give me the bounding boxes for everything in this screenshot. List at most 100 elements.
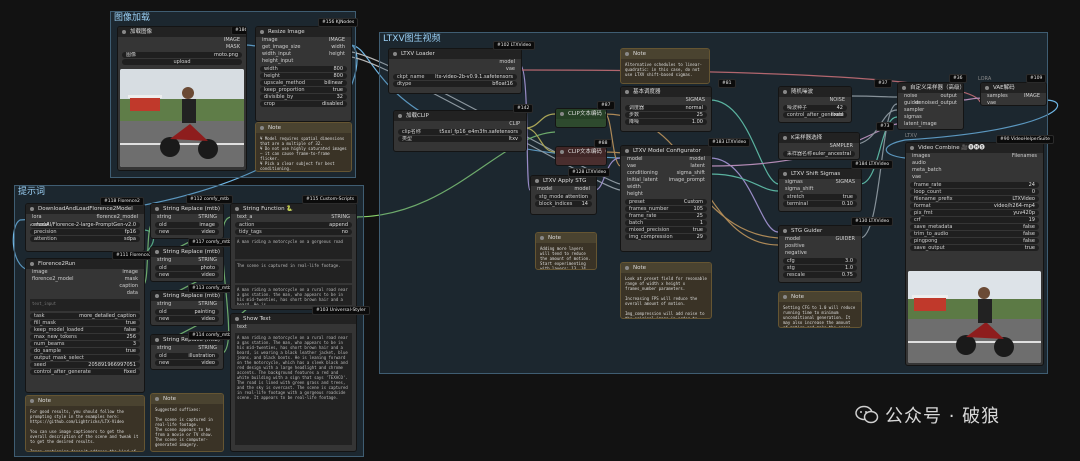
- note-florence-text[interactable]: For good results, you should follow the …: [26, 406, 144, 451]
- output-model[interactable]: model: [499, 59, 515, 66]
- configurator-img-compression-widget[interactable]: img_compression 29: [625, 234, 707, 240]
- florence-run-num-beams-widget[interactable]: num_beams 3: [30, 341, 140, 347]
- note-resize[interactable]: Note ¥ Model requires spatial dimensions…: [255, 122, 352, 172]
- resize-input-3[interactable]: height_input: [262, 58, 293, 64]
- replace2-old-widget[interactable]: old photo: [155, 265, 219, 271]
- stg-apply-stg-mode-widget[interactable]: stg_mode attention: [535, 194, 592, 200]
- video-combine-pingpong-widget[interactable]: pingpong false: [910, 238, 1039, 244]
- load-clip-node[interactable]: 加载CLIP CLIP clip名称 t5xxl_fp16_e4m3fn.safe…: [393, 110, 527, 152]
- florence-download-precision-widget[interactable]: precision fp16: [30, 229, 140, 235]
- florence-download-model-widget[interactable]: model MiaoshouAI/Florence-2-large-PromptG…: [30, 222, 140, 228]
- configurator-mixed-precision-widget[interactable]: mixed_precision true: [625, 227, 707, 233]
- resize-crop-widget[interactable]: crop disabled: [260, 101, 347, 107]
- replace3-new-widget[interactable]: new video: [155, 316, 219, 322]
- ltxv-loader-dtype-widget[interactable]: dtype bfloat16: [393, 81, 517, 87]
- input-vae[interactable]: vae: [987, 100, 996, 105]
- resize-output-1[interactable]: width: [331, 44, 345, 51]
- video-combine-input-0[interactable]: images: [912, 153, 930, 159]
- video-combine-crf-widget[interactable]: crf 19: [910, 217, 1039, 223]
- output-sampler[interactable]: SAMPLER: [830, 143, 853, 150]
- configurator-input-0[interactable]: model: [627, 156, 643, 162]
- text-a-box[interactable]: A man riding a motorcycle on a gorgeous …: [235, 237, 352, 259]
- configurator-input-1[interactable]: vae: [627, 163, 636, 169]
- basic-scheduler---widget[interactable]: 降噪 1.00: [625, 119, 707, 125]
- download-florence-node[interactable]: DownloadAndLoadFlorence2Model lora floren…: [25, 203, 145, 252]
- florence-run-keep-model-loaded-widget[interactable]: keep_model_loaded false: [30, 327, 140, 333]
- stg-guider-cfg-widget[interactable]: cfg 3.0: [783, 258, 857, 264]
- stg-guider-input-2[interactable]: negative: [785, 250, 807, 256]
- resize-output-2[interactable]: height: [329, 51, 345, 58]
- video-combine-loop-count-widget[interactable]: loop_count 0: [910, 189, 1039, 195]
- output-noise[interactable]: NOISE: [830, 97, 845, 104]
- stg-guider-rescale-widget[interactable]: rescale 0.75: [783, 272, 857, 278]
- output-image-decoded[interactable]: IMAGE: [1024, 93, 1040, 100]
- video-combine-save-metadata-widget[interactable]: save_metadata false: [910, 224, 1039, 230]
- replace4-output-string[interactable]: STRING: [198, 345, 217, 352]
- replace1-old-widget[interactable]: old image: [155, 222, 219, 228]
- florence-run-input-1[interactable]: florence2_model: [32, 276, 73, 282]
- replace3-old-widget[interactable]: old painting: [155, 309, 219, 315]
- replace4-input-string[interactable]: string: [157, 345, 171, 351]
- stg-guider-input-0[interactable]: model: [785, 236, 801, 242]
- florence-run-fill-mask-widget[interactable]: fill_mask true: [30, 320, 140, 326]
- configurator-input-3[interactable]: initial_latent: [627, 177, 658, 183]
- resize-input-0[interactable]: image: [262, 37, 278, 43]
- string-function-action-widget[interactable]: action append: [235, 222, 352, 228]
- note-guider[interactable]: Note Setting CFG to 1.0 will reduce runn…: [778, 291, 862, 328]
- note-configurator-text[interactable]: Look at preset field for resonable range…: [621, 273, 711, 318]
- configurator-input-5[interactable]: height: [627, 191, 643, 197]
- ltxv-loader-ckpt-name-widget[interactable]: ckpt_name ltx-video-2b-v0.9.1.safetensors: [393, 74, 517, 80]
- output-image[interactable]: IMAGE: [224, 37, 240, 44]
- input-text-a[interactable]: text_a: [237, 214, 252, 220]
- florence-run-output-2[interactable]: caption: [119, 283, 138, 290]
- ltxv-loader-node[interactable]: LTXV Loader model vae ckpt_name ltx-video…: [388, 48, 522, 94]
- output-string[interactable]: STRING: [331, 214, 350, 221]
- resize-width-widget[interactable]: width 800: [260, 66, 347, 72]
- video-combine-output-0[interactable]: Filenames: [1012, 153, 1037, 160]
- video-combine-input-1[interactable]: audio: [912, 160, 926, 166]
- florence-run-node[interactable]: Florence2Run image image florence2_model ma…: [25, 258, 145, 393]
- replace1-output-string[interactable]: STRING: [198, 214, 217, 221]
- note-guider-text[interactable]: Setting CFG to 1.0 will reduce running t…: [779, 302, 861, 327]
- note-prompt[interactable]: Note Suggested suffixes: The scene is ca…: [150, 393, 224, 452]
- configurator-output-3[interactable]: image_prompt: [669, 177, 705, 184]
- output-clip[interactable]: CLIP: [509, 121, 520, 128]
- input-sigmas[interactable]: sigmas: [785, 179, 803, 185]
- florence-download-attention-widget[interactable]: attention sdpa: [30, 236, 140, 242]
- replace3-output-string[interactable]: STRING: [198, 301, 217, 308]
- output-sigmas[interactable]: SIGMAS: [686, 97, 705, 104]
- florence-run-output-3[interactable]: data: [127, 290, 138, 297]
- configurator-frames-number-widget[interactable]: frames_number 105: [625, 206, 707, 212]
- custom-sampler-output-0[interactable]: output: [941, 93, 958, 100]
- output-vae[interactable]: vae: [506, 66, 515, 73]
- ltxv-shift-sigmas-node[interactable]: LTXV Shift Sigmas sigmas SIGMAS sigma_shi…: [778, 168, 862, 212]
- stg-guider-output-0[interactable]: GUIDER: [836, 236, 856, 243]
- configurator-input-2[interactable]: conditioning: [627, 170, 658, 176]
- video-combine-save-output-widget[interactable]: save_output true: [910, 245, 1039, 251]
- text-b-box[interactable]: The scene is captured in real-life foota…: [235, 261, 352, 283]
- custom-sampler-input-4[interactable]: latent_image: [904, 121, 937, 127]
- custom-sampler-input-0[interactable]: noise: [904, 93, 917, 99]
- florence-run-do-sample-widget[interactable]: do_sample true: [30, 348, 140, 354]
- video-combine-format-widget[interactable]: format video/h264-mp4: [910, 203, 1039, 209]
- load-clip-clip--widget[interactable]: clip名称 t5xxl_fp16_e4m3fn.safetensors: [398, 129, 522, 135]
- resize-output-0[interactable]: IMAGE: [329, 37, 345, 44]
- video-combine-node[interactable]: Video Combine 🎥🅥🅗🅢 images Filenames audio m…: [905, 142, 1044, 366]
- string-replace-2-node[interactable]: String Replace (mtb) string STRING old photo…: [150, 246, 224, 282]
- video-combine-frame-rate-widget[interactable]: frame_rate 24: [910, 182, 1039, 188]
- output-shift-sigmas[interactable]: SIGMAS: [836, 179, 855, 186]
- stg-guider-stg-widget[interactable]: stg 1.0: [783, 265, 857, 271]
- resize-upscale-method-widget[interactable]: upscale_method bilinear: [260, 80, 347, 86]
- stg-guider-node[interactable]: STG Guider model GUIDER positive negative c…: [778, 225, 862, 283]
- basic-scheduler-node[interactable]: 基本调度器 SIGMAS 调度器 normal 步数 25 降噪 1.00: [620, 86, 712, 132]
- vae-decode-node[interactable]: VAE解码 samples IMAGE vae: [980, 82, 1047, 106]
- input-lora[interactable]: lora: [32, 214, 42, 220]
- shift-sigmas-terminal-widget[interactable]: terminal 0.10: [783, 201, 857, 207]
- input-samples[interactable]: samples: [987, 93, 1008, 99]
- ksampler-select-node[interactable]: K采样器选择 SAMPLER 采样器名称 euler_ancestral: [778, 132, 860, 160]
- replace1-new-widget[interactable]: new video: [155, 229, 219, 235]
- basic-scheduler---widget[interactable]: 步数 25: [625, 112, 707, 118]
- note-stg[interactable]: Note Adding more layers will tend to red…: [535, 232, 597, 270]
- video-combine-trim-to-audio-widget[interactable]: trim_to_audio false: [910, 231, 1039, 237]
- florence-run-output-0[interactable]: image: [122, 269, 138, 276]
